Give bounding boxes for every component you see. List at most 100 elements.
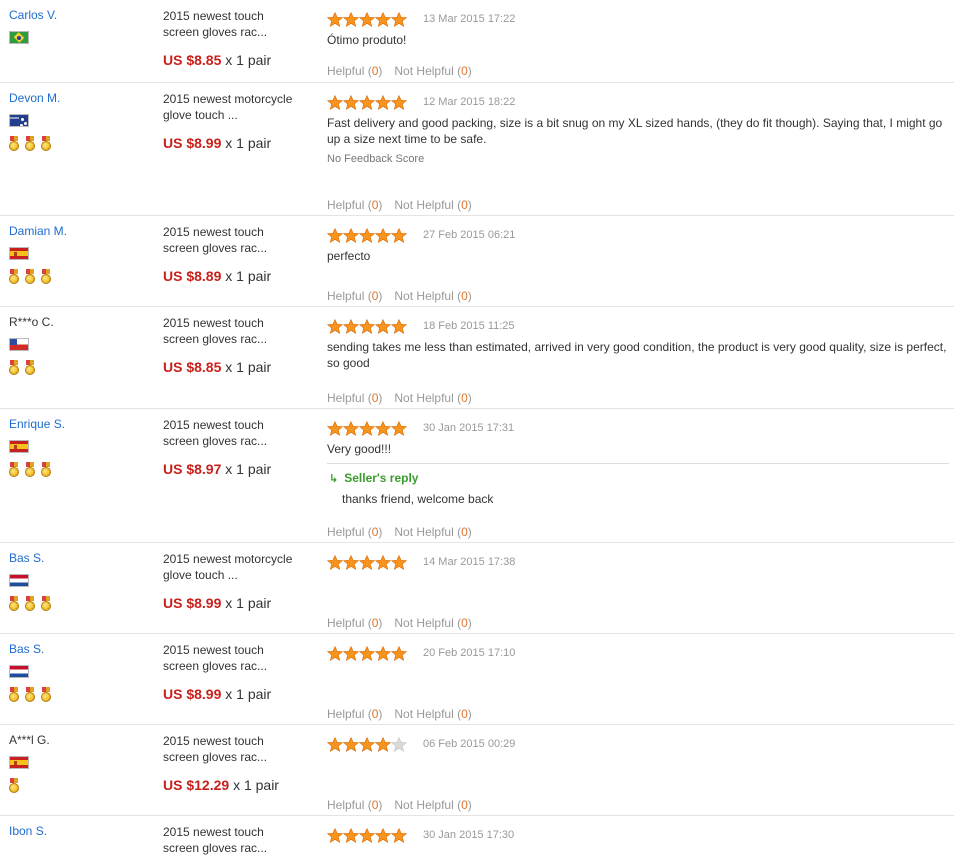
not-helpful-label: Not Helpful [394, 198, 454, 212]
product-title-line: 2015 newest touch [163, 825, 264, 839]
product-title[interactable]: 2015 newest touch screen gloves rac... [163, 824, 313, 856]
price-value: US $8.97 [163, 461, 222, 477]
reviewer-name[interactable]: Bas S. [9, 642, 149, 656]
order-quantity: x 1 pair [225, 686, 272, 702]
helpful-button[interactable]: Helpful (0) [327, 198, 382, 212]
medal-icon [41, 687, 51, 703]
star-filled-icon [391, 11, 407, 27]
not-helpful-button[interactable]: Not Helpful (0) [394, 198, 471, 212]
star-filled-icon [391, 318, 407, 334]
star-filled-icon [359, 736, 375, 752]
star-filled-icon [327, 318, 343, 334]
product-title[interactable]: 2015 newest touch screen gloves rac... [163, 642, 313, 674]
price-value: US $12.29 [163, 777, 230, 793]
purchased-product: 2015 newest touch screen gloves rac... US … [163, 8, 313, 68]
medal-icon [9, 360, 19, 376]
helpful-button[interactable]: Helpful (0) [327, 798, 382, 812]
reviewer-name[interactable]: Enrique S. [9, 417, 149, 431]
price-value: US $8.89 [163, 268, 222, 284]
not-helpful-button[interactable]: Not Helpful (0) [394, 289, 471, 303]
review-date: 06 Feb 2015 00:29 [423, 738, 516, 750]
review-date: 20 Feb 2015 17:10 [423, 647, 516, 659]
review-row: Devon M. 2015 newest motorcycle glove touc… [0, 83, 954, 216]
reviewer-name[interactable]: Devon M. [9, 91, 149, 105]
reviewer-name[interactable]: Damian M. [9, 224, 149, 238]
star-filled-icon [343, 318, 359, 334]
not-helpful-count: 0 [461, 616, 468, 630]
reviewer-info: Damian M. [9, 224, 149, 285]
seller-reply-title: ↳ Seller's reply [327, 470, 949, 487]
medal-icon [9, 687, 19, 703]
product-title[interactable]: 2015 newest touch screen gloves rac... [163, 417, 313, 449]
helpful-count: 0 [371, 616, 379, 630]
star-filled-icon [391, 554, 407, 570]
review-header: 18 Feb 2015 11:25 [327, 317, 949, 335]
not-helpful-button[interactable]: Not Helpful (0) [394, 616, 471, 630]
order-price: US $8.97 x 1 pair [163, 461, 313, 477]
order-quantity: x 1 pair [225, 135, 272, 151]
order-price: US $8.99 x 1 pair [163, 686, 313, 702]
reviewer-info: Enrique S. [9, 417, 149, 478]
not-helpful-button[interactable]: Not Helpful (0) [394, 391, 471, 405]
chile-flag [9, 338, 29, 351]
helpful-count: 0 [371, 64, 379, 78]
star-filled-icon [327, 554, 343, 570]
not-helpful-button[interactable]: Not Helpful (0) [394, 798, 471, 812]
star-rating [327, 736, 407, 752]
star-rating [327, 645, 407, 661]
medal-icon [9, 269, 19, 285]
star-filled-icon [391, 827, 407, 843]
review-content: 13 Mar 2015 17:22 Ótimo produto! Helpful (… [327, 10, 949, 83]
not-helpful-label: Not Helpful [394, 391, 454, 405]
medal-icon [25, 596, 35, 612]
review-text: Fast delivery and good packing, size is … [327, 116, 943, 146]
star-filled-icon [327, 645, 343, 661]
product-title[interactable]: 2015 newest touch screen gloves rac... [163, 315, 313, 347]
product-title[interactable]: 2015 newest touch screen gloves rac... [163, 224, 313, 256]
helpful-button[interactable]: Helpful (0) [327, 616, 382, 630]
purchased-product: 2015 newest touch screen gloves rac... US … [163, 642, 313, 702]
review-row: A***l G. 2015 newest touch screen gloves r… [0, 725, 954, 816]
reviewer-name[interactable]: Ibon S. [9, 824, 149, 838]
product-title-line: screen gloves rac... [163, 659, 268, 673]
star-filled-icon [343, 420, 359, 436]
helpful-count: 0 [371, 198, 379, 212]
not-helpful-button[interactable]: Not Helpful (0) [394, 64, 471, 78]
star-filled-icon [375, 645, 391, 661]
reviewer-name: A***l G. [9, 733, 50, 747]
not-helpful-label: Not Helpful [394, 616, 454, 630]
reviewer-name[interactable]: Carlos V. [9, 8, 149, 22]
product-title[interactable]: 2015 newest touch screen gloves rac... [163, 8, 313, 40]
helpful-button[interactable]: Helpful (0) [327, 289, 382, 303]
star-filled-icon [359, 94, 375, 110]
reviewer-name[interactable]: Bas S. [9, 551, 149, 565]
not-helpful-button[interactable]: Not Helpful (0) [394, 707, 471, 721]
review-content: 18 Feb 2015 11:25 sending takes me less t… [327, 317, 949, 409]
spain-flag [9, 247, 29, 260]
helpful-button[interactable]: Helpful (0) [327, 525, 382, 539]
helpful-votes: Helpful (0) Not Helpful (0) [327, 289, 472, 303]
product-title[interactable]: 2015 newest motorcycle glove touch ... [163, 91, 313, 123]
star-filled-icon [327, 827, 343, 843]
reviewer-info: A***l G. [9, 733, 149, 794]
buyer-level-medals [9, 778, 149, 794]
product-title[interactable]: 2015 newest motorcycle glove touch ... [163, 551, 313, 583]
not-helpful-button[interactable]: Not Helpful (0) [394, 525, 471, 539]
review-row: Carlos V. 2015 newest touch screen gloves … [0, 0, 954, 83]
order-price: US $8.99 x 1 pair [163, 595, 313, 611]
helpful-button[interactable]: Helpful (0) [327, 64, 382, 78]
star-filled-icon [375, 554, 391, 570]
order-quantity: x 1 pair [233, 777, 279, 793]
order-quantity: x 1 pair [225, 595, 272, 611]
helpful-count: 0 [371, 798, 379, 812]
helpful-button[interactable]: Helpful (0) [327, 707, 382, 721]
review-row: Bas S. 2015 newest touch screen gloves rac… [0, 634, 954, 725]
star-filled-icon [375, 227, 391, 243]
buyer-level-medals [9, 462, 149, 478]
star-filled-icon [391, 94, 407, 110]
helpful-button[interactable]: Helpful (0) [327, 391, 382, 405]
product-title[interactable]: 2015 newest touch screen gloves rac... [163, 733, 313, 765]
price-value: US $8.99 [163, 686, 222, 702]
review-text: Ótimo produto! [327, 33, 407, 47]
star-filled-icon [375, 827, 391, 843]
